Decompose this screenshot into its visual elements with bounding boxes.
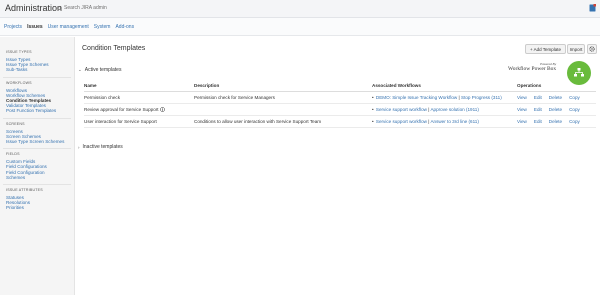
admin-nav: Projects Issues User management System A… xyxy=(0,18,600,36)
workflow-link[interactable]: DEMO: Simple Issue Tracking Workflow xyxy=(376,95,457,100)
tab-system[interactable]: System xyxy=(94,24,111,30)
operations: View Edit Delete Copy xyxy=(517,103,596,116)
view-link[interactable]: View xyxy=(517,95,527,100)
transition-link[interactable]: Answer to 3rd line (611) xyxy=(430,119,478,124)
inactive-templates-toggle[interactable]: › Inactive templates xyxy=(78,144,123,150)
delete-link[interactable]: Delete xyxy=(549,107,562,112)
active-templates-toggle[interactable]: ⌄ Active templates xyxy=(78,67,121,73)
transition-link[interactable]: Approve solution (1911) xyxy=(430,107,478,112)
tab-projects[interactable]: Projects xyxy=(4,24,22,30)
workflow-link[interactable]: Service support workflow xyxy=(376,107,427,112)
main-content: Condition Templates + Add Template Impor… xyxy=(76,37,600,295)
template-name-cell: Review approval for Service Support xyxy=(84,103,194,116)
sidebar-item-priorities[interactable]: Priorities xyxy=(6,205,74,210)
sidebar-divider xyxy=(3,148,71,150)
template-name: Review approval for Service Support xyxy=(84,106,159,112)
template-name: User interaction for Service Support xyxy=(84,115,194,128)
sidebar-divider xyxy=(3,76,71,78)
workflow-link[interactable]: Service support workflow xyxy=(376,119,427,124)
tab-add-ons[interactable]: Add-ons xyxy=(115,24,134,30)
transition-link[interactable]: Stop Progress (311) xyxy=(461,95,502,100)
admin-search[interactable]: Search JIRA admin xyxy=(57,5,107,11)
column-header-name: Name xyxy=(84,80,194,92)
search-icon xyxy=(57,5,62,11)
page-title: Condition Templates xyxy=(82,45,146,52)
settings-button[interactable] xyxy=(587,44,597,54)
copy-link[interactable]: Copy xyxy=(569,119,580,124)
table-row: User interaction for Service Support Con… xyxy=(84,115,596,128)
workflow-power-box-logo: Powered By Workflow Power Box xyxy=(508,62,556,72)
edit-link[interactable]: Edit xyxy=(534,119,542,124)
top-bar: Administration Search JIRA admin xyxy=(0,0,600,18)
sidebar-divider xyxy=(3,117,71,119)
search-placeholder: Search JIRA admin xyxy=(64,5,107,11)
associated-workflows: • DEMO: Simple Issue Tracking Workflow |… xyxy=(372,91,517,104)
sidebar-item-post-function-templates[interactable]: Post Function Templates xyxy=(6,108,74,113)
chevron-right-icon: › xyxy=(78,144,80,150)
template-description: Conditions to allow user interaction wit… xyxy=(194,115,372,128)
table-row: Review approval for Service Support • Se… xyxy=(84,103,596,116)
sidebar-heading-issue-attributes: ISSUE ATTRIBUTES xyxy=(6,188,43,193)
template-name: Permission check xyxy=(84,91,194,104)
chevron-down-icon: ⌄ xyxy=(78,67,82,72)
delete-link[interactable]: Delete xyxy=(549,95,562,100)
edit-link[interactable]: Edit xyxy=(534,95,542,100)
template-description: Permission check for Service Managers xyxy=(194,91,372,104)
add-template-button[interactable]: + Add Template xyxy=(525,44,566,54)
tab-issues[interactable]: Issues xyxy=(27,24,43,30)
operations: View Edit Delete Copy xyxy=(517,115,596,128)
column-header-associated-workflows: Associated Workflows xyxy=(372,80,517,92)
sidebar-divider xyxy=(3,184,71,186)
import-button[interactable]: Import xyxy=(567,44,585,54)
app-title: Administration xyxy=(5,3,63,13)
view-link[interactable]: View xyxy=(517,119,527,124)
column-header-operations: Operations xyxy=(517,80,596,92)
copy-link[interactable]: Copy xyxy=(569,95,580,100)
sidebar-heading-issue-types: ISSUE TYPES xyxy=(6,50,32,54)
edit-link[interactable]: Edit xyxy=(534,107,542,112)
sidebar-heading-fields: FIELDS xyxy=(6,152,20,157)
delete-link[interactable]: Delete xyxy=(549,119,562,124)
template-description xyxy=(194,103,372,116)
copy-link[interactable]: Copy xyxy=(569,107,580,112)
view-link[interactable]: View xyxy=(517,107,527,112)
operations: View Edit Delete Copy xyxy=(517,91,596,104)
inactive-templates-label: Inactive templates xyxy=(82,144,123,150)
active-templates-label: Active templates xyxy=(84,67,122,73)
gear-icon xyxy=(589,46,595,52)
sidebar-item-issue-type-screen-schemes[interactable]: Issue Type Screen Schemes xyxy=(6,139,74,144)
sidebar-item-field-configuration-schemes[interactable]: Field Configuration Schemes xyxy=(6,170,56,180)
tab-user-management[interactable]: User management xyxy=(48,24,89,30)
column-header-description: Description xyxy=(194,80,372,92)
bookmark-icon[interactable] xyxy=(589,4,596,12)
sidebar-heading-screens: SCREENS xyxy=(6,121,25,126)
table-header-row: Name Description Associated Workflows Op… xyxy=(84,80,596,92)
sidebar: ISSUE TYPES Issue Types Issue Type Schem… xyxy=(0,37,75,295)
templates-table: Name Description Associated Workflows Op… xyxy=(84,80,596,128)
logo-product-name: Workflow Power Box xyxy=(508,66,557,72)
sidebar-item-field-configurations[interactable]: Field Configurations xyxy=(6,164,74,169)
info-icon[interactable] xyxy=(159,106,165,112)
sidebar-item-sub-tasks[interactable]: Sub-Tasks xyxy=(6,67,74,72)
associated-workflows: • Service support workflow | Answer to 3… xyxy=(372,115,517,128)
associated-workflows: • Service support workflow | Approve sol… xyxy=(372,103,517,116)
table-row: Permission check Permission check for Se… xyxy=(84,91,596,104)
sidebar-heading-workflows: WORKFLOWS xyxy=(6,80,32,85)
